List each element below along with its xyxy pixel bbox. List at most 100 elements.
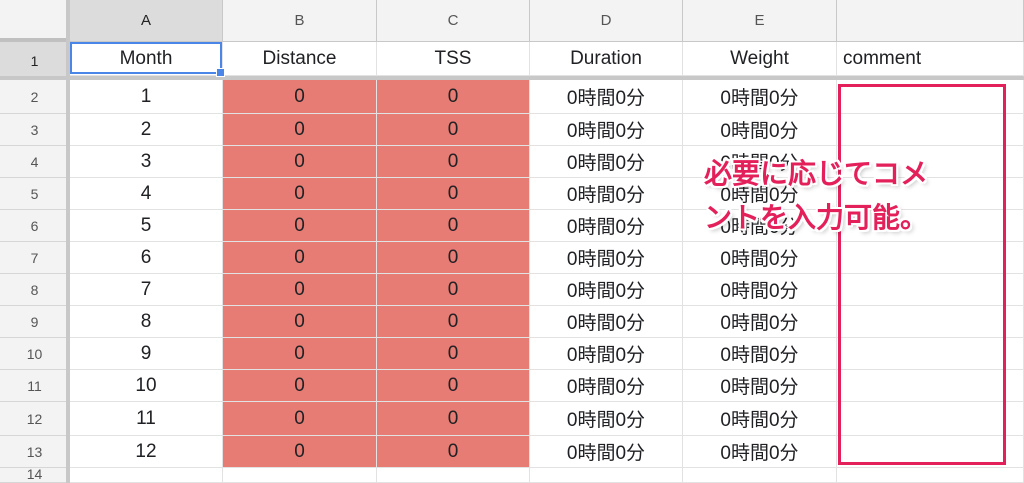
table-cell[interactable]: 0 (223, 210, 377, 242)
table-cell[interactable]: 0 (223, 80, 377, 114)
table-cell[interactable]: 0 (223, 274, 377, 306)
table-cell[interactable]: 0 (377, 210, 530, 242)
table-cell[interactable]: 0 (223, 338, 377, 370)
table-cell[interactable]: 0時間0分 (683, 242, 837, 274)
table-cell[interactable]: 10 (70, 370, 223, 402)
table-cell[interactable] (837, 338, 1024, 370)
table-cell[interactable] (837, 436, 1024, 468)
table-cell[interactable]: 0 (377, 274, 530, 306)
column-header-b[interactable]: B (223, 0, 377, 42)
table-cell[interactable]: 4 (70, 178, 223, 210)
column-header-d[interactable]: D (530, 0, 683, 42)
table-cell[interactable]: 0時間0分 (683, 306, 837, 338)
table-cell[interactable]: 0時間0分 (683, 338, 837, 370)
row-header[interactable]: 10 (0, 338, 70, 370)
table-cell[interactable]: 0時間0分 (530, 402, 683, 436)
table-cell[interactable]: 0時間0分 (530, 306, 683, 338)
table-cell[interactable]: 8 (70, 306, 223, 338)
table-cell[interactable]: 11 (70, 402, 223, 436)
table-cell[interactable]: 3 (70, 146, 223, 178)
table-cell[interactable]: 0時間0分 (683, 274, 837, 306)
table-cell[interactable]: 0時間0分 (530, 242, 683, 274)
row-header[interactable]: 5 (0, 178, 70, 210)
frozen-row-divider[interactable] (0, 76, 1024, 80)
table-cell[interactable]: 0 (377, 242, 530, 274)
table-cell[interactable]: 0時間0分 (683, 80, 837, 114)
table-cell[interactable]: 0時間0分 (530, 80, 683, 114)
table-cell[interactable]: 0 (377, 370, 530, 402)
table-cell[interactable]: 0時間0分 (530, 114, 683, 146)
table-cell[interactable] (837, 402, 1024, 436)
table-cell[interactable]: 0 (223, 146, 377, 178)
table-cell[interactable]: 0時間0分 (530, 274, 683, 306)
table-cell[interactable] (683, 468, 837, 483)
table-cell[interactable]: 6 (70, 242, 223, 274)
row-header[interactable]: 8 (0, 274, 70, 306)
table-cell[interactable] (837, 306, 1024, 338)
row-header[interactable]: 9 (0, 306, 70, 338)
table-cell[interactable]: 0 (223, 242, 377, 274)
table-cell[interactable]: 0 (223, 306, 377, 338)
table-cell[interactable]: 12 (70, 436, 223, 468)
table-cell[interactable]: 0 (377, 146, 530, 178)
table-cell[interactable]: 0時間0分 (683, 114, 837, 146)
table-cell[interactable]: 1 (70, 80, 223, 114)
table-cell[interactable]: 0時間0分 (530, 178, 683, 210)
table-cell[interactable] (530, 468, 683, 483)
header-cell-2[interactable]: TSS (377, 42, 530, 76)
table-cell[interactable]: 0 (377, 402, 530, 436)
table-cell[interactable]: 0 (223, 370, 377, 402)
table-cell[interactable]: 0時間0分 (683, 402, 837, 436)
column-header-e[interactable]: E (683, 0, 837, 42)
table-cell[interactable]: 0時間0分 (530, 146, 683, 178)
table-cell[interactable]: 0 (223, 114, 377, 146)
header-cell-3[interactable]: Duration (530, 42, 683, 76)
table-cell[interactable] (837, 370, 1024, 402)
header-cell-4[interactable]: Weight (683, 42, 837, 76)
table-cell[interactable]: 9 (70, 338, 223, 370)
row-header[interactable]: 7 (0, 242, 70, 274)
table-cell[interactable]: 0 (377, 436, 530, 468)
table-cell[interactable] (837, 80, 1024, 114)
table-cell[interactable]: 0時間0分 (683, 370, 837, 402)
table-cell[interactable] (70, 468, 223, 483)
table-cell[interactable]: 0 (377, 338, 530, 370)
table-cell[interactable]: 0 (377, 80, 530, 114)
fill-handle[interactable] (216, 68, 225, 77)
table-cell[interactable]: 5 (70, 210, 223, 242)
table-cell[interactable]: 0 (223, 436, 377, 468)
table-cell[interactable]: 0 (377, 306, 530, 338)
table-cell[interactable]: 0時間0分 (530, 338, 683, 370)
column-header-blank[interactable] (837, 0, 1024, 42)
table-cell[interactable] (837, 468, 1024, 483)
select-all-corner[interactable] (0, 0, 70, 42)
row-header[interactable]: 12 (0, 402, 70, 436)
column-header-a[interactable]: A (70, 0, 223, 42)
row-header[interactable]: 4 (0, 146, 70, 178)
row-header[interactable]: 13 (0, 436, 70, 468)
table-cell[interactable]: 0 (223, 178, 377, 210)
table-cell[interactable] (837, 242, 1024, 274)
table-cell[interactable]: 7 (70, 274, 223, 306)
header-cell-1[interactable]: Distance (223, 42, 377, 76)
table-cell[interactable]: 0 (223, 402, 377, 436)
row-header[interactable]: 1 (0, 42, 70, 80)
column-header-c[interactable]: C (377, 0, 530, 42)
table-cell[interactable]: 0時間0分 (530, 370, 683, 402)
row-header[interactable]: 11 (0, 370, 70, 402)
row-header[interactable]: 6 (0, 210, 70, 242)
header-cell-5[interactable]: comment (837, 42, 1024, 76)
row-header[interactable]: 3 (0, 114, 70, 146)
table-cell[interactable]: 0時間0分 (530, 436, 683, 468)
table-cell[interactable] (837, 114, 1024, 146)
row-header[interactable]: 2 (0, 80, 70, 114)
table-cell[interactable]: 0時間0分 (530, 210, 683, 242)
table-cell[interactable] (377, 468, 530, 483)
row-header[interactable]: 14 (0, 468, 70, 483)
table-cell[interactable] (837, 274, 1024, 306)
table-cell[interactable]: 0時間0分 (683, 436, 837, 468)
table-cell[interactable]: 2 (70, 114, 223, 146)
table-cell[interactable] (223, 468, 377, 483)
table-cell[interactable]: 0 (377, 114, 530, 146)
table-cell[interactable]: 0 (377, 178, 530, 210)
